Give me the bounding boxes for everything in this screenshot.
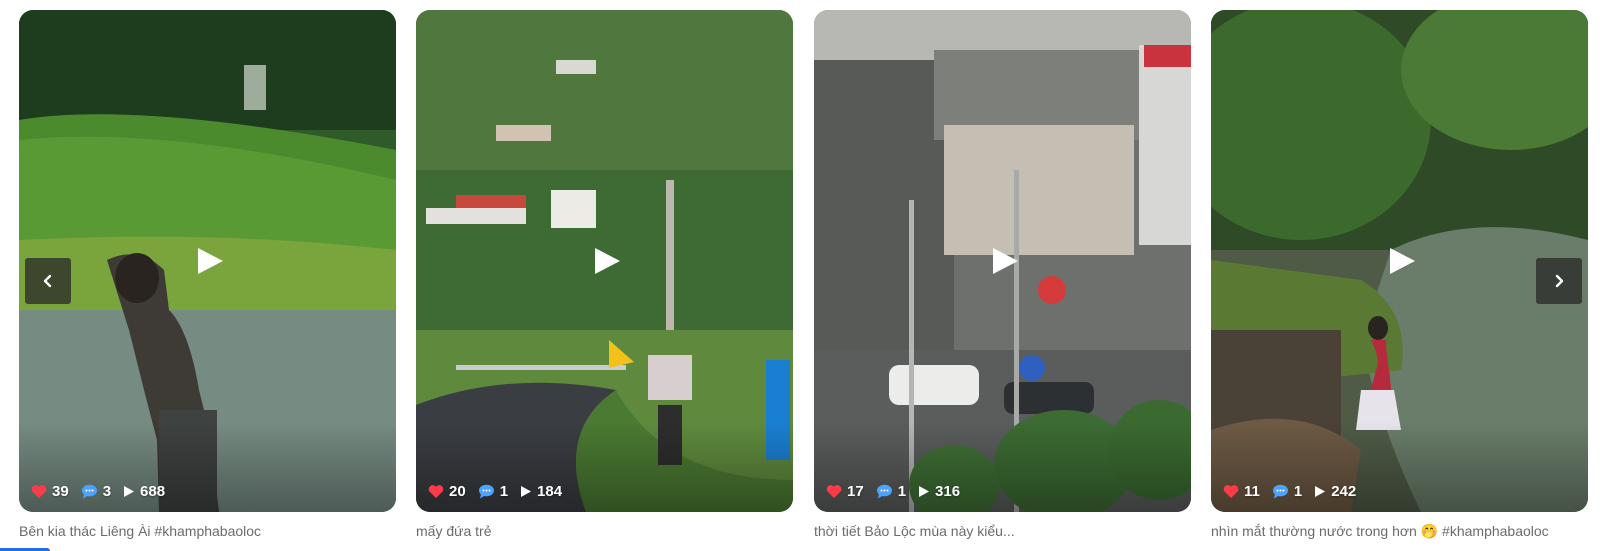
views-count: 242	[1331, 483, 1357, 500]
comment-icon	[1272, 484, 1288, 499]
play-icon[interactable]	[195, 246, 225, 276]
video-card[interactable]: 17 1 316 thời tiết Bảo Lộc mùa này kiểu.…	[814, 10, 1191, 540]
play-small-icon	[919, 486, 930, 497]
video-caption[interactable]: nhìn mắt thường nước trong hơn 🤭 #khamph…	[1211, 522, 1588, 540]
chevron-left-icon	[43, 274, 52, 288]
video-stats: 11 1 242	[1223, 483, 1368, 500]
heart-icon	[1223, 485, 1239, 498]
likes-count: 17	[847, 483, 864, 500]
comments-stat: 1	[876, 483, 906, 500]
comments-count: 1	[897, 483, 907, 500]
heart-icon	[428, 485, 444, 498]
comments-stat: 3	[81, 483, 111, 500]
likes-stat: 17	[826, 483, 864, 500]
video-card[interactable]: 20 1 184 mấy đứa trẻ	[416, 10, 793, 540]
heart-icon	[826, 485, 842, 498]
comment-icon	[478, 484, 494, 499]
carousel-next-button[interactable]	[1536, 258, 1582, 304]
likes-stat: 20	[428, 483, 466, 500]
comment-icon	[81, 484, 97, 499]
play-icon[interactable]	[592, 246, 622, 276]
video-caption[interactable]: thời tiết Bảo Lộc mùa này kiểu...	[814, 522, 1191, 540]
likes-count: 20	[449, 483, 466, 500]
views-count: 184	[537, 483, 563, 500]
video-stats: 39 3 688	[31, 483, 177, 500]
chevron-right-icon	[1555, 274, 1564, 288]
play-icon[interactable]	[1387, 246, 1417, 276]
comments-stat: 1	[478, 483, 508, 500]
video-stats: 17 1 316	[826, 483, 972, 500]
views-stat: 688	[123, 483, 165, 500]
video-stats: 20 1 184	[428, 483, 574, 500]
likes-stat: 11	[1223, 483, 1260, 500]
play-small-icon	[124, 486, 135, 497]
video-caption[interactable]: mấy đứa trẻ	[416, 522, 793, 540]
comments-count: 3	[102, 483, 112, 500]
heart-icon	[31, 485, 47, 498]
video-card[interactable]: 39 3 688 Bên kia thác Liêng Ài #khamphab…	[19, 10, 396, 540]
play-small-icon	[521, 486, 532, 497]
views-stat: 184	[520, 483, 562, 500]
play-icon[interactable]	[990, 246, 1020, 276]
views-count: 688	[140, 483, 166, 500]
video-thumbnail[interactable]: 39 3 688	[19, 10, 396, 512]
video-thumbnail[interactable]: 20 1 184	[416, 10, 793, 512]
video-thumbnail[interactable]: 17 1 316	[814, 10, 1191, 512]
views-count: 316	[935, 483, 961, 500]
video-carousel: 39 3 688 Bên kia thác Liêng Ài #khamphab…	[0, 0, 1608, 551]
play-small-icon	[1315, 486, 1326, 497]
video-caption[interactable]: Bên kia thác Liêng Ài #khamphabaoloc	[19, 522, 396, 540]
video-thumbnail[interactable]: 11 1 242	[1211, 10, 1588, 512]
comment-icon	[876, 484, 892, 499]
comments-count: 1	[499, 483, 509, 500]
views-stat: 316	[918, 483, 960, 500]
comments-stat: 1	[1272, 483, 1302, 500]
carousel-prev-button[interactable]	[25, 258, 71, 304]
likes-stat: 39	[31, 483, 69, 500]
views-stat: 242	[1314, 483, 1356, 500]
likes-count: 39	[52, 483, 69, 500]
video-card[interactable]: 11 1 242 nhìn mắt thường nước trong hơn …	[1211, 10, 1588, 540]
likes-count: 11	[1244, 483, 1260, 500]
comments-count: 1	[1293, 483, 1303, 500]
